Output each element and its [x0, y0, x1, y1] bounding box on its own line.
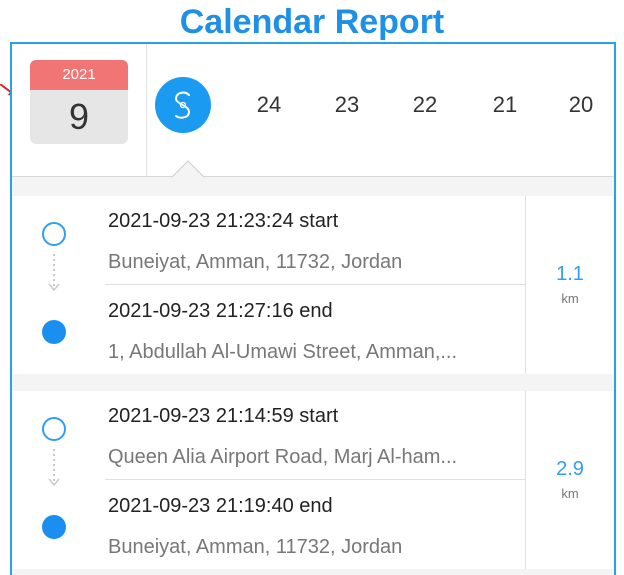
start-address: Queen Alia Airport Road, Marj Al-ham...: [108, 446, 458, 468]
selection-caret-icon: [172, 160, 204, 178]
end-point-icon: [42, 320, 66, 344]
day-item[interactable]: 24: [244, 89, 294, 121]
day-item[interactable]: 21: [480, 89, 530, 121]
divider: [105, 284, 525, 285]
route-arrow-icon: [48, 254, 60, 292]
trip-card[interactable]: 2021-09-23 21:23:24 start Buneiyat, Amma…: [12, 196, 614, 374]
day-item[interactable]: 20: [556, 89, 606, 121]
header-divider: [12, 176, 614, 177]
start-address: Buneiyat, Amman, 11732, Jordan: [108, 251, 403, 273]
end-address: Buneiyat, Amman, 11732, Jordan: [108, 536, 403, 558]
day-item[interactable]: 23: [322, 89, 372, 121]
distance-unit: km: [561, 291, 579, 306]
distance-value: 1.1: [556, 263, 584, 285]
day-item[interactable]: 22: [400, 89, 450, 121]
calendar-month: 9: [68, 96, 90, 137]
distance-value: 2.9: [556, 458, 584, 480]
route-arrow-icon: [48, 449, 60, 487]
date-header: 2021 9 24 23 22 21 20: [12, 44, 614, 176]
divider: [146, 44, 147, 176]
end-address: 1, Abdullah Al-Umawi Street, Amman,...: [108, 341, 458, 363]
end-time: 2021-09-23 21:27:16 end: [108, 300, 333, 322]
start-time: 2021-09-23 21:14:59 start: [108, 405, 339, 427]
route-button[interactable]: [155, 77, 211, 133]
calendar-icon[interactable]: 2021 9: [30, 60, 128, 144]
end-point-icon: [42, 515, 66, 539]
app-screen: 2021 9 24 23 22 21 20 2021-09-23 21:23:2…: [10, 42, 616, 575]
start-point-icon: [42, 417, 66, 441]
end-time: 2021-09-23 21:19:40 end: [108, 495, 333, 517]
start-time: 2021-09-23 21:23:24 start: [108, 210, 339, 232]
calendar-year: 2021: [30, 60, 128, 90]
page-title: Calendar Report: [179, 3, 445, 41]
route-icon: [175, 91, 191, 119]
distance-unit: km: [561, 486, 579, 501]
divider: [105, 479, 525, 480]
start-point-icon: [42, 222, 66, 246]
trip-card[interactable]: 2021-09-23 21:14:59 start Queen Alia Air…: [12, 391, 614, 569]
